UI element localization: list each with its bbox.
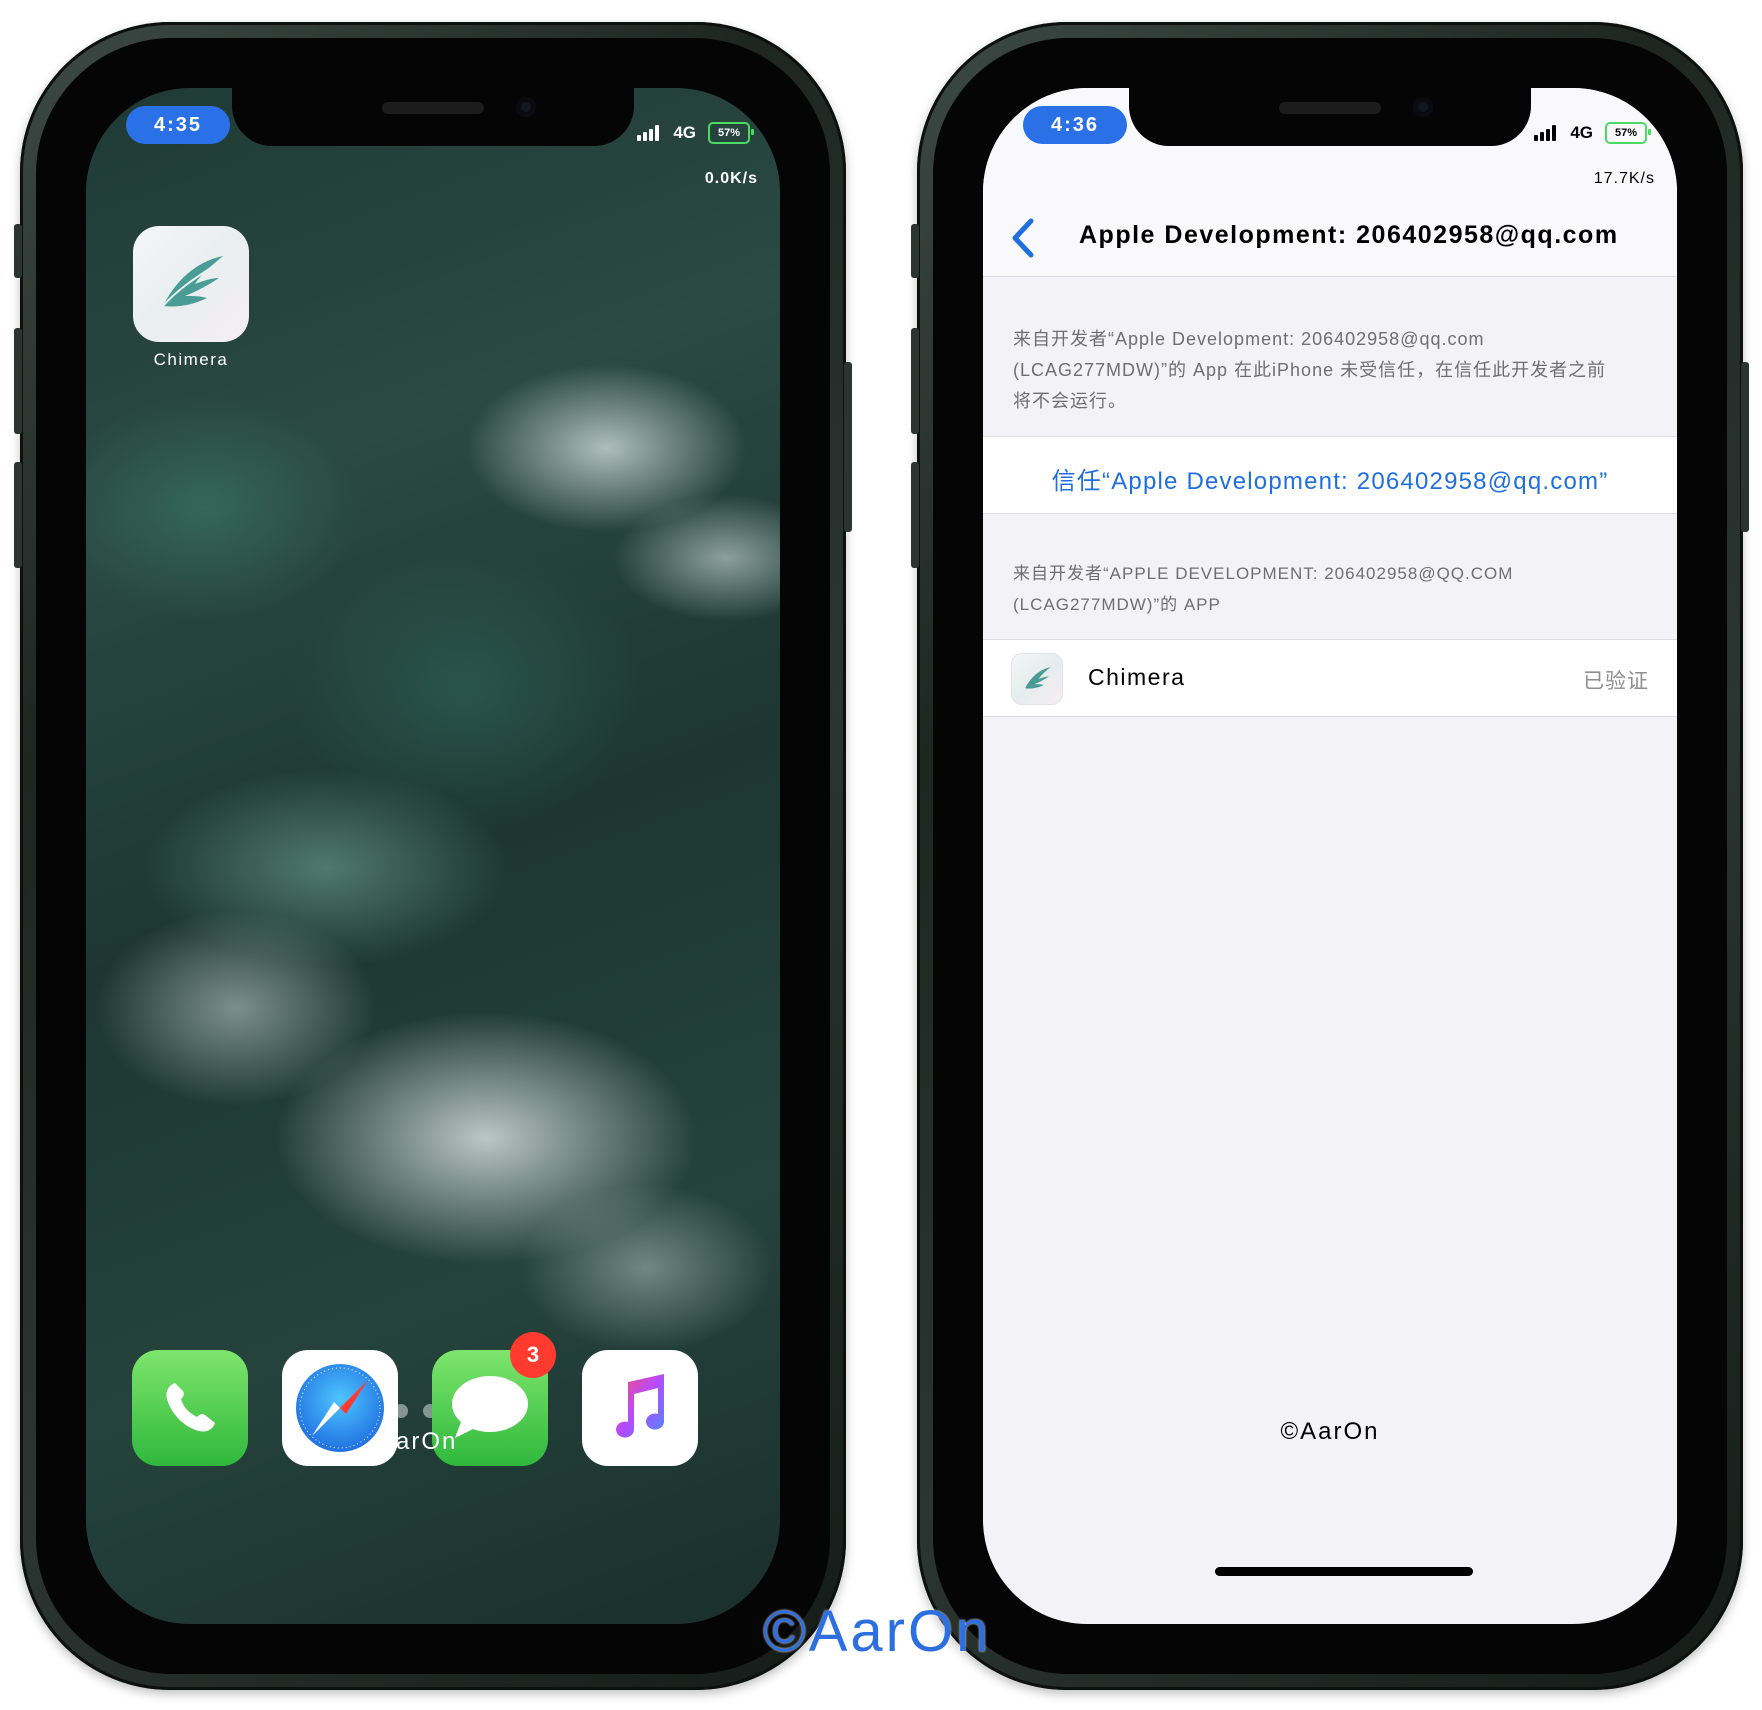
front-camera [1413, 97, 1433, 117]
net-speed: 0.0K/s [704, 170, 758, 187]
home-screen: 4:35 4G 57% 0.0K/s Chimera 3 AarOn [86, 88, 780, 1624]
volume-up-button [14, 328, 22, 434]
mute-switch [14, 224, 22, 278]
net-speed: 17.7K/s [1593, 170, 1655, 187]
phone-icon [166, 1383, 215, 1432]
messages-icon [452, 1376, 528, 1438]
page-watermark: ©AarOn [763, 1599, 992, 1664]
notch [232, 88, 634, 146]
page-title: Apple Development: 206402958@qq.com [1079, 221, 1619, 249]
section-header: 来自开发者“APPLE DEVELOPMENT: 206402958@QQ.CO… [1013, 564, 1514, 614]
side-button [844, 362, 852, 532]
music-app-icon[interactable] [582, 1350, 698, 1466]
right-phone-frame: 4:36 4G 57% 17.7K/s Apple Development: 2… [911, 22, 1749, 1690]
app-row-name: Chimera [1088, 664, 1186, 690]
signal-icon [1534, 125, 1558, 141]
network-type: 4G [1570, 123, 1593, 142]
safari-icon [296, 1364, 384, 1452]
front-camera [516, 97, 536, 117]
home-indicator[interactable] [1215, 1567, 1473, 1576]
chimera-app-label: Chimera [153, 350, 229, 369]
status-bar-right: 4G 57% [1534, 122, 1651, 144]
notch [1129, 88, 1531, 146]
verified-status: 已验证 [1583, 670, 1649, 693]
network-type: 4G [673, 123, 696, 142]
app-row[interactable]: Chimera 已验证 [983, 639, 1677, 717]
trust-cell[interactable]: 信任“Apple Development: 206402958@qq.com” [983, 436, 1677, 514]
side-button [1741, 362, 1749, 532]
signal-icon [637, 125, 661, 141]
chimera-app-icon[interactable] [133, 226, 249, 342]
volume-down-button [911, 462, 919, 568]
mute-switch [911, 224, 919, 278]
battery-icon: 57% [1605, 122, 1651, 144]
volume-up-button [911, 328, 919, 434]
earpiece-speaker [382, 102, 484, 114]
back-button[interactable] [997, 210, 1047, 266]
chimera-feather-icon [1025, 667, 1051, 689]
volume-down-button [14, 462, 22, 568]
status-time: 4:35 [126, 106, 230, 144]
watermark-overlay: AarOn [378, 1428, 458, 1455]
chimera-row-icon [1011, 653, 1063, 705]
trust-description: 来自开发者“Apple Development: 206402958@qq.co… [1013, 329, 1607, 411]
trust-developer-button[interactable]: 信任“Apple Development: 206402958@qq.com” [983, 461, 1677, 496]
left-phone-frame: 4:35 4G 57% 0.0K/s Chimera 3 AarOn [14, 22, 852, 1690]
chimera-feather-icon [162, 256, 223, 307]
earpiece-speaker [1279, 102, 1381, 114]
status-time: 4:36 [1023, 106, 1127, 144]
messages-badge: 3 [510, 1332, 556, 1378]
status-bar-right: 4G 57% [637, 122, 754, 144]
music-icon [616, 1374, 664, 1438]
settings-screen: 4:36 4G 57% 17.7K/s Apple Development: 2… [983, 88, 1677, 1624]
chevron-left-icon [1012, 218, 1034, 258]
footer-watermark: ©AarOn [1280, 1418, 1380, 1445]
battery-icon: 57% [708, 122, 754, 144]
phone-app-icon[interactable] [132, 1350, 248, 1466]
